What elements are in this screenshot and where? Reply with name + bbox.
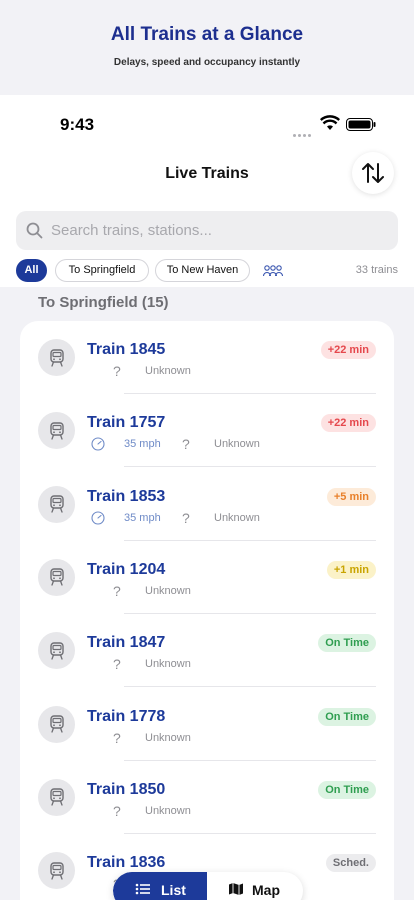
wifi-icon: [320, 115, 340, 130]
list-view-label: List: [161, 882, 186, 898]
train-speed: 35 mph: [124, 511, 161, 524]
train-name: Train 1204: [87, 560, 166, 578]
map-view-label: Map: [252, 882, 280, 898]
occupancy-filter-button[interactable]: [260, 259, 286, 282]
train-icon-badge: [38, 558, 75, 596]
delay-badge: On Time: [318, 707, 376, 726]
train-row[interactable]: Train 1845 ? Unknown +22 min: [20, 321, 394, 394]
delay-badge: +1 min: [326, 560, 376, 579]
train-row[interactable]: Train 1778 ? Unknown On Time: [20, 688, 394, 761]
occupancy-status: Unknown: [145, 731, 191, 744]
occupancy-unknown: ?: [113, 802, 121, 819]
sort-arrows-icon: [362, 163, 384, 183]
train-row[interactable]: Train 1204 ? Unknown +1 min: [20, 541, 394, 614]
promo-title: All Trains at a Glance: [110, 24, 304, 45]
status-time: 9:43: [60, 115, 95, 134]
section-title: To Springfield (15): [38, 294, 169, 311]
train-icon: [49, 641, 64, 660]
occupancy-status: Unknown: [145, 658, 191, 671]
delay-badge: Sched.: [325, 854, 376, 873]
occupancy-status: Unknown: [145, 365, 191, 377]
map-view-button[interactable]: Map: [207, 872, 303, 900]
train-row[interactable]: Train 1850 ? Unknown On Time: [20, 761, 394, 834]
map-icon: [229, 883, 243, 895]
train-icon-badge: [38, 778, 75, 816]
train-icon: [49, 568, 64, 587]
promo-header: All Trains at a Glance Delays, speed and…: [0, 0, 414, 95]
occupancy-unknown: ?: [113, 582, 121, 599]
train-icon-badge: [38, 705, 75, 743]
train-icon-badge: [38, 852, 75, 890]
occupancy-unknown: ?: [182, 509, 190, 526]
train-icon: [49, 715, 64, 733]
speedometer-icon: [91, 511, 105, 525]
promo-subtitle: Delays, speed and occupancy instantly: [113, 57, 301, 68]
filter-to-springfield-chip[interactable]: To Springfield: [55, 259, 149, 282]
train-row[interactable]: Train 1757 35 mph ? Unknown +22 min: [20, 394, 394, 468]
occupancy-status: Unknown: [145, 584, 191, 597]
delay-badge: +5 min: [326, 487, 376, 506]
delay-badge: +22 min: [320, 341, 376, 359]
train-speed: 35 mph: [124, 438, 161, 451]
train-name: Train 1850: [87, 780, 166, 798]
train-icon: [49, 422, 64, 440]
speedometer-icon: [91, 437, 105, 451]
train-icon: [49, 348, 64, 367]
delay-badge: On Time: [318, 780, 376, 799]
occupancy-unknown: ?: [113, 363, 121, 379]
sort-button[interactable]: [352, 152, 394, 194]
train-name: Train 1847: [87, 634, 166, 652]
filter-to-new-haven-chip[interactable]: To New Haven: [155, 259, 250, 282]
train-name: Train 1836: [87, 854, 166, 872]
occupancy-unknown: ?: [113, 729, 121, 746]
battery-icon: [346, 118, 376, 131]
train-row[interactable]: Train 1847 ? Unknown On Time: [20, 614, 394, 688]
search-input[interactable]: [51, 211, 381, 250]
list-view-button[interactable]: List: [113, 872, 207, 900]
search-bar[interactable]: [16, 211, 398, 250]
occupancy-status: Unknown: [214, 511, 260, 524]
train-name: Train 1757: [87, 414, 166, 432]
occupancy-unknown: ?: [182, 436, 190, 453]
train-name: Train 1853: [87, 487, 166, 505]
filter-all-chip[interactable]: All: [16, 259, 47, 282]
occupancy-status: Unknown: [145, 804, 191, 817]
train-row[interactable]: Train 1853 35 mph ? Unknown +5 min: [20, 468, 394, 541]
delay-badge: On Time: [318, 634, 376, 653]
view-toggle: List Map: [113, 872, 303, 900]
train-icon-badge: [38, 632, 75, 670]
train-icon: [49, 495, 64, 513]
train-icon-badge: [38, 485, 75, 523]
train-icon-badge: [38, 339, 75, 376]
train-name: Train 1778: [87, 707, 166, 725]
train-icon-badge: [38, 412, 75, 450]
list-icon: [135, 883, 150, 895]
train-icon: [49, 861, 64, 880]
signal-icon: [293, 124, 315, 137]
search-icon: [26, 222, 43, 239]
occupancy-unknown: ?: [113, 656, 121, 673]
delay-badge: +22 min: [320, 414, 376, 433]
train-icon: [49, 788, 64, 806]
occupancy-status: Unknown: [214, 438, 260, 451]
train-name: Train 1845: [87, 341, 166, 358]
people-icon: [262, 264, 284, 276]
train-count: 33 trains: [355, 264, 398, 276]
